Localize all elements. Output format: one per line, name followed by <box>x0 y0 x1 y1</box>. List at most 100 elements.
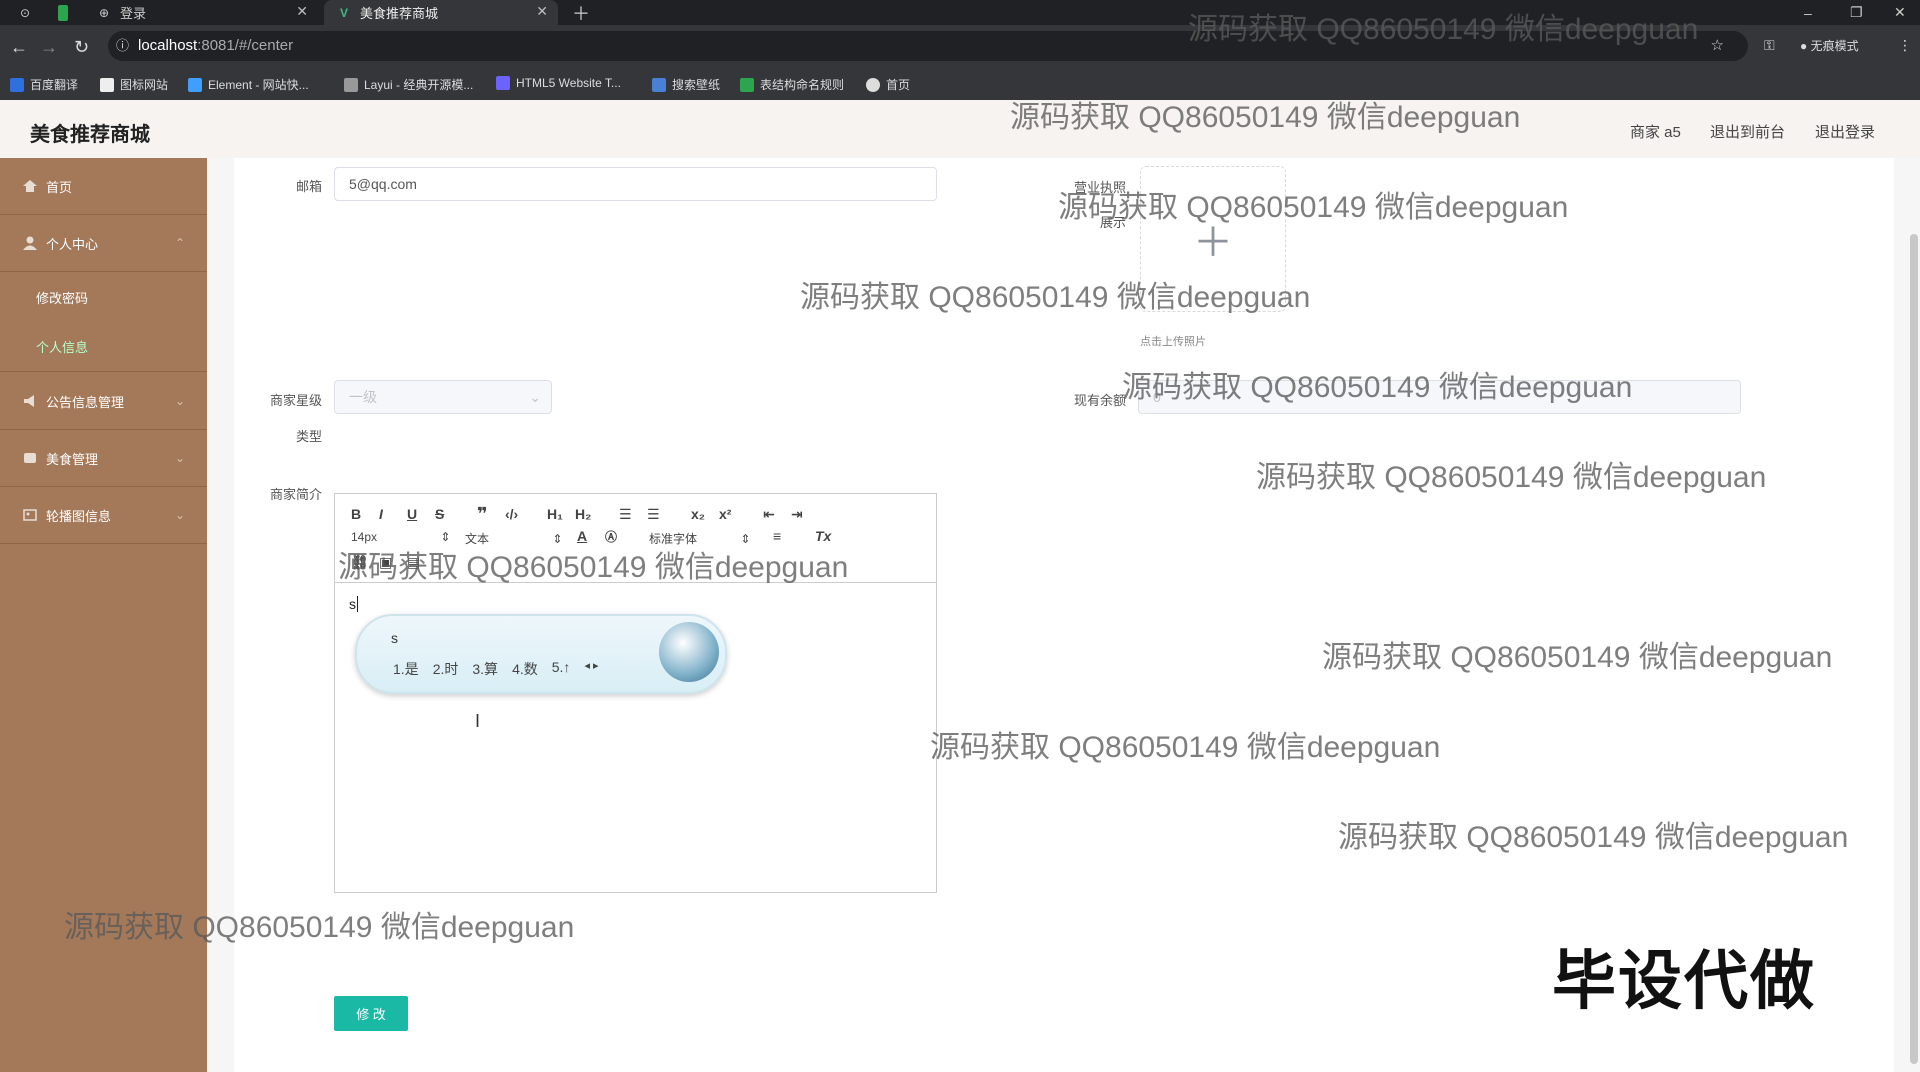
email-field[interactable]: 5@qq.com <box>334 167 937 201</box>
scrollbar[interactable] <box>1910 234 1918 1064</box>
watermark: 源码获取 QQ86050149 微信deepguan <box>800 281 1311 314</box>
bookmark-item[interactable]: Element - 网站快... <box>188 76 309 93</box>
more-menu-icon[interactable]: ⋮ <box>1898 37 1912 54</box>
sidebar-item-food-management[interactable]: 美食管理 ⌄ <box>0 430 207 487</box>
italic-icon[interactable]: I <box>379 506 383 522</box>
level-value: 一级 <box>349 389 377 405</box>
sidebar-item-personal-info[interactable]: 个人信息 <box>0 322 207 372</box>
back-icon[interactable]: ← <box>10 37 28 58</box>
subscript-icon[interactable]: x₂ <box>691 506 705 522</box>
sidebar-item-home[interactable]: 首页 <box>0 158 207 215</box>
new-tab-button[interactable]: ＋ <box>572 0 596 25</box>
bookmark-label: 首页 <box>886 78 911 92</box>
food-icon <box>24 453 36 463</box>
logout-link[interactable]: 退出登录 <box>1815 121 1875 142</box>
ime-candidate[interactable]: 2.时 <box>433 659 459 679</box>
ime-page-arrows-icon[interactable]: ◂ ▸ <box>584 659 598 679</box>
watermark: 源码获取 QQ86050149 微信deepguan <box>64 911 575 944</box>
editor-content[interactable]: s <box>349 596 358 612</box>
minimize-icon[interactable]: – <box>1804 0 1812 25</box>
underline-icon[interactable]: U <box>407 506 417 522</box>
sidebar-item-label: 首页 <box>46 179 73 195</box>
watermark: 源码获取 QQ86050149 微信deepguan <box>1338 821 1849 854</box>
bookmark-star-icon[interactable]: ☆ <box>1711 31 1724 61</box>
element-icon <box>188 77 202 92</box>
sidebar-item-label: 修改密码 <box>36 290 89 306</box>
ime-candidate[interactable]: 4.数 <box>512 659 538 679</box>
sidebar-item-carousel[interactable]: 轮播图信息 ⌄ <box>0 487 207 544</box>
html5-icon <box>496 76 510 90</box>
header1-icon[interactable]: H₁ <box>547 506 563 522</box>
incognito-label: 无痕模式 <box>1810 39 1859 53</box>
indent-icon[interactable]: ⇥ <box>791 506 803 523</box>
tab-shop[interactable]: V 美食推荐商城 ✕ <box>324 0 558 25</box>
code-icon[interactable]: ‹/› <box>505 506 518 522</box>
bookmark-item[interactable]: 百度翻译 <box>10 76 78 93</box>
ime-candidate[interactable]: 5.↑ <box>552 659 571 679</box>
window-close-icon[interactable]: ✕ <box>1894 0 1906 25</box>
close-icon[interactable]: ✕ <box>296 3 308 20</box>
sidebar-item-change-password[interactable]: 修改密码 <box>0 272 207 322</box>
ordered-list-icon[interactable]: ☰ <box>619 506 632 523</box>
bookmark-item[interactable]: HTML5 Website T... <box>496 76 621 90</box>
strike-icon[interactable]: S <box>435 506 444 522</box>
app-title: 美食推荐商城 <box>30 124 150 146</box>
bookmark-label: HTML5 Website T... <box>516 76 621 90</box>
ime-candidate[interactable]: 3.算 <box>472 659 498 679</box>
chevron-down-icon: ⌄ <box>174 394 185 408</box>
text-cursor-icon: I <box>475 711 481 731</box>
chevron-up-icon: ⌃ <box>174 236 185 250</box>
bullet-list-icon[interactable]: ☰ <box>647 506 660 523</box>
editor-text: s <box>349 596 356 612</box>
sidebar-item-label: 美食管理 <box>46 451 99 467</box>
superscript-icon[interactable]: x² <box>719 506 731 522</box>
sidebar-item-label: 轮播图信息 <box>46 508 112 524</box>
sidebar-item-label: 个人中心 <box>46 236 99 252</box>
bookmark-item[interactable]: 首页 <box>866 76 910 93</box>
bookmark-item[interactable]: 表结构命名规则 <box>740 76 844 93</box>
url-host: localhost <box>138 37 198 54</box>
pinned-tab[interactable] <box>46 0 76 25</box>
update-button[interactable]: 修 改 <box>334 996 408 1031</box>
header2-icon[interactable]: H₂ <box>575 506 591 522</box>
sidebar-item-personal-center[interactable]: 个人中心 ⌃ <box>0 215 207 272</box>
ime-composition: s <box>391 630 398 646</box>
ime-candidate-window[interactable]: s 1.是 2.时 3.算 4.数 5.↑ ◂ ▸ <box>355 614 727 694</box>
email-label: 邮箱 <box>295 179 322 194</box>
key-icon[interactable]: ⚿ <box>1764 37 1775 54</box>
back-to-front-link[interactable]: 退出到前台 <box>1710 121 1785 142</box>
forward-icon[interactable]: → <box>40 37 58 58</box>
ime-candidates: 1.是 2.时 3.算 4.数 5.↑ ◂ ▸ <box>393 659 599 679</box>
bookmark-item[interactable]: Layui - 经典开源模... <box>344 76 473 93</box>
app-header: 美食推荐商城 商家 a5 退出到前台 退出登录 <box>0 100 1920 159</box>
bookmark-label: 百度翻译 <box>30 78 79 92</box>
outdent-icon[interactable]: ⇤ <box>763 506 775 523</box>
close-icon[interactable]: ✕ <box>536 3 548 20</box>
watermark: 源码获取 QQ86050149 微信deepguan <box>1188 13 1699 46</box>
bookmarks-bar: 百度翻译 图标网站 Element - 网站快... Layui - 经典开源模… <box>0 68 1920 101</box>
level-select[interactable]: 一级 ⌄ <box>334 380 552 414</box>
tab-login[interactable]: ⊕ 登录 ✕ <box>84 0 318 25</box>
bookmark-label: 表结构命名规则 <box>760 78 845 92</box>
restore-icon[interactable]: ❐ <box>1850 0 1863 25</box>
blockquote-icon[interactable]: ❞ <box>477 504 488 525</box>
ime-candidate[interactable]: 1.是 <box>393 659 419 679</box>
bold-icon[interactable]: B <box>351 506 361 522</box>
ime-logo-icon <box>659 622 719 682</box>
browser-menu-tab[interactable]: ⊙ <box>8 0 38 25</box>
sidebar-item-announcements[interactable]: 公告信息管理 ⌄ <box>0 373 207 430</box>
user-icon <box>23 236 37 250</box>
info-icon[interactable]: ⓘ <box>116 31 129 61</box>
intro-label: 商家简介 <box>269 487 322 502</box>
reload-icon[interactable]: ↻ <box>74 37 89 58</box>
type-label: 类型 <box>295 429 322 444</box>
current-user: 商家 a5 <box>1630 124 1681 141</box>
bookmark-item[interactable]: 图标网站 <box>100 76 168 93</box>
incognito-indicator[interactable]: ● 无痕模式 <box>1800 37 1859 54</box>
bookmark-label: Element - 网站快... <box>208 78 309 92</box>
bookmark-label: Layui - 经典开源模... <box>364 78 474 92</box>
tab-label: 美食推荐商城 <box>360 6 439 21</box>
sidebar-item-label: 个人信息 <box>36 340 89 355</box>
bookmark-icon <box>10 77 24 92</box>
bookmark-item[interactable]: 搜索壁纸 <box>652 76 720 93</box>
